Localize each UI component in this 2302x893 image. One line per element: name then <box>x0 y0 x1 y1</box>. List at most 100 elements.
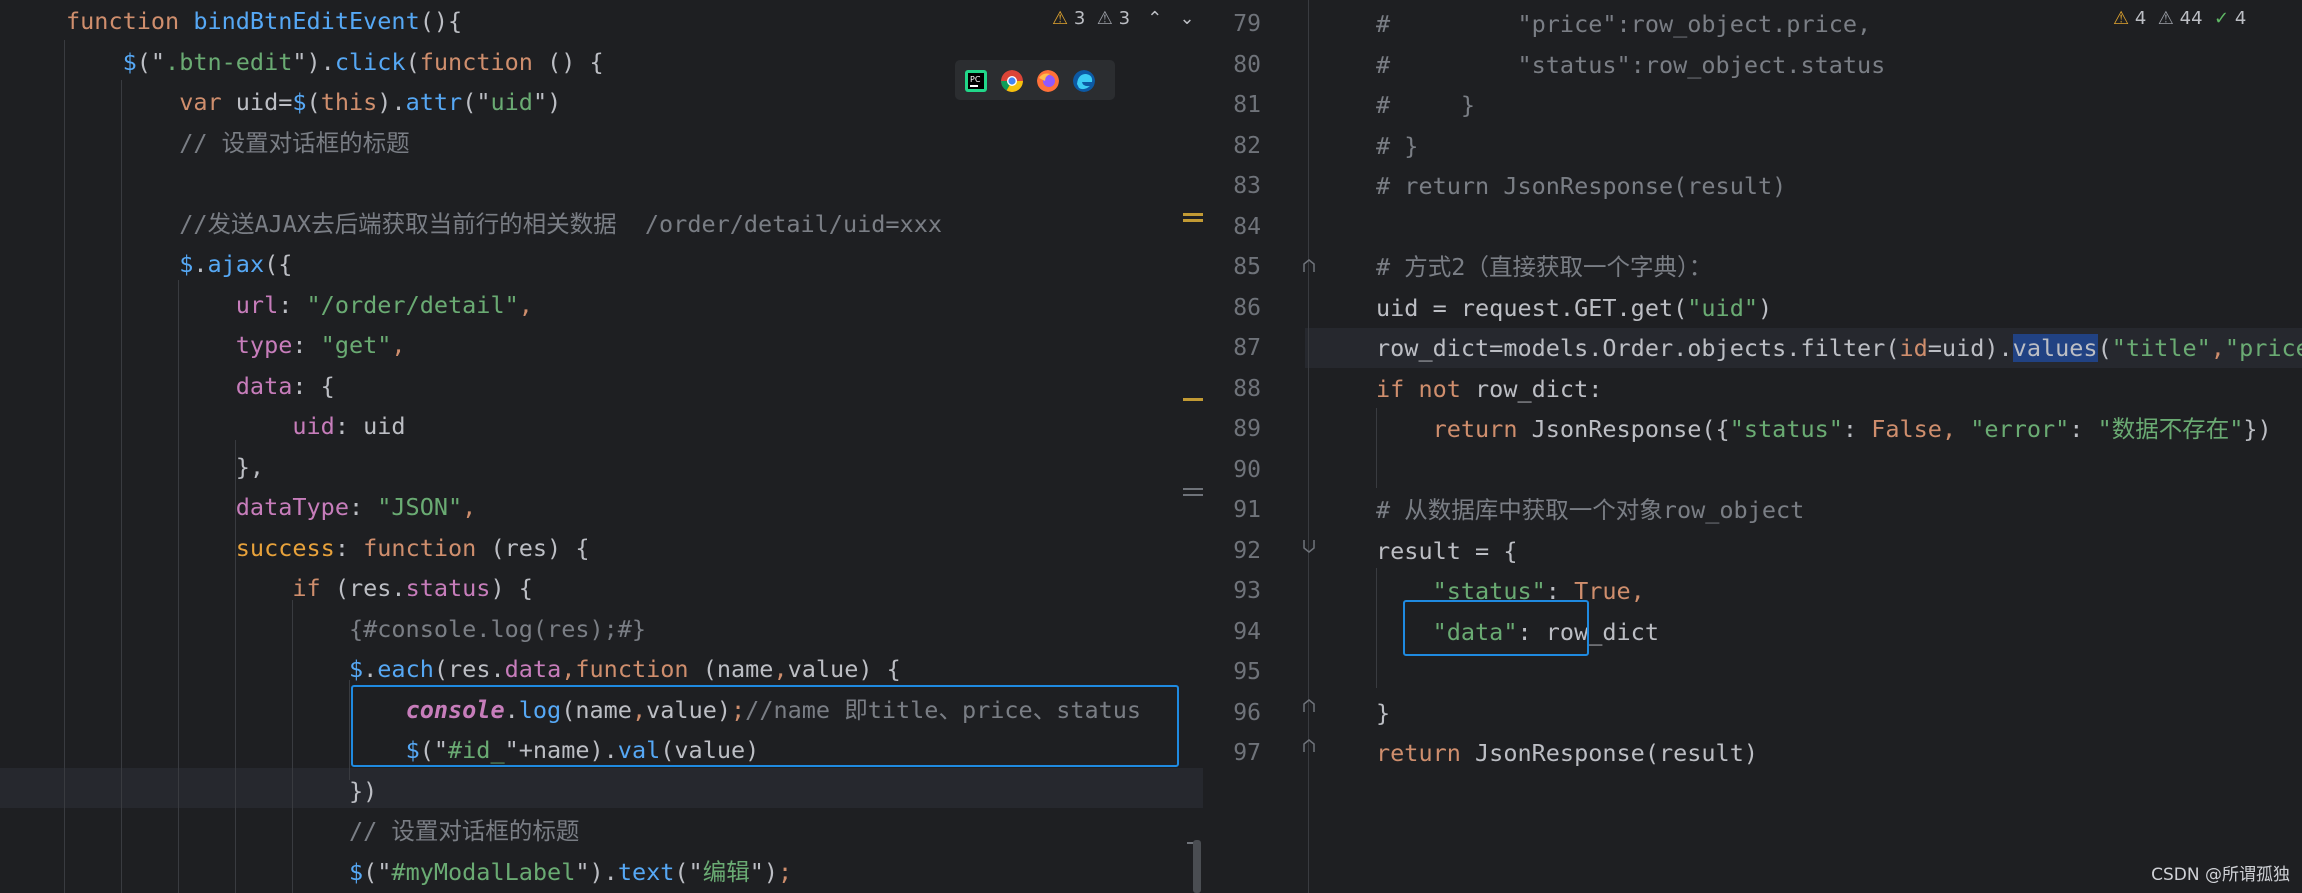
weak-warning-count: 44 <box>2179 8 2203 29</box>
code-line[interactable]: var uid=$(this).attr("uid") <box>66 82 561 122</box>
line-number[interactable]: 85 <box>1215 247 1261 287</box>
code-token: $ <box>122 47 137 76</box>
code-line[interactable]: row_dict=models.Order.objects.filter(id=… <box>1376 328 2302 368</box>
line-number[interactable]: 79 <box>1215 4 1261 44</box>
code-token: attr <box>405 88 463 116</box>
code-line[interactable]: // 设置对话框的标题 <box>66 123 409 163</box>
fold-marker-icon[interactable] <box>1301 738 1317 754</box>
code-line[interactable]: {#console.log(res);#} <box>66 609 646 649</box>
code-line[interactable]: // 设置对话框的标题 <box>66 811 579 851</box>
line-number[interactable]: 86 <box>1215 288 1261 328</box>
line-number[interactable]: 97 <box>1215 733 1261 773</box>
code-line[interactable]: //发送AJAX去后端获取当前行的相关数据 /order/detail/uid=… <box>66 204 942 244</box>
code-line[interactable]: url: "/order/detail", <box>66 285 533 325</box>
right-editor-pane[interactable]: # "price":row_object.price, 79 # "status":… <box>1203 0 2302 893</box>
code-line[interactable]: type: "get", <box>66 325 406 365</box>
code-line[interactable]: # 方式2（直接获取一个字典）： <box>1376 247 1712 287</box>
code-line[interactable]: $(".btn-edit").click(function () { <box>66 42 604 82</box>
prev-highlight-arrow[interactable]: ⌃ <box>1147 8 1162 29</box>
code-token: : <box>2069 415 2098 443</box>
code-line[interactable]: data: { <box>66 366 335 406</box>
code-line[interactable]: # 从数据库中获取一个对象row_object <box>1376 490 1804 530</box>
weak-warning-stripe[interactable] <box>1183 494 1203 496</box>
code-token: "status" <box>1729 415 1843 443</box>
code-line[interactable]: return JsonResponse({"status": False, "e… <box>1376 409 2272 449</box>
weak-warning-count: 3 <box>1118 8 1131 29</box>
code-token: # "price":row_object.price, <box>1376 10 1872 38</box>
code-token: click <box>334 47 406 76</box>
code-line[interactable]: uid = request.GET.get("uid") <box>1376 288 1772 328</box>
code-line[interactable]: return JsonResponse(result) <box>1376 733 1758 773</box>
fold-marker-icon[interactable] <box>1301 698 1317 714</box>
line-number[interactable]: 81 <box>1215 85 1261 125</box>
code-line[interactable]: $.each(res.data,function (name,value) { <box>66 649 901 689</box>
code-token: result = { <box>1376 536 1518 565</box>
code-line[interactable]: if not row_dict: <box>1376 369 1602 409</box>
code-token: data <box>235 371 293 400</box>
line-number[interactable]: 96 <box>1215 693 1261 733</box>
left-editor-pane[interactable]: function bindBtnEditEvent(){ $(".btn-edi… <box>0 0 1203 893</box>
firefox-icon[interactable] <box>1037 70 1059 92</box>
code-line[interactable]: if (res.status) { <box>66 568 533 608</box>
chrome-icon[interactable] <box>1001 70 1023 92</box>
line-number[interactable]: 84 <box>1215 207 1261 247</box>
code-line[interactable]: uid: uid <box>66 406 405 446</box>
left-inspection-widget[interactable]: ⚠ 3 ⚠ 3 ⌃ ⌄ <box>1052 8 1195 29</box>
line-number[interactable]: 83 <box>1215 166 1261 206</box>
line-number[interactable]: 88 <box>1215 369 1261 409</box>
line-number[interactable]: 94 <box>1215 612 1261 652</box>
code-line[interactable]: $.ajax({ <box>66 244 292 284</box>
code-token: var <box>179 88 222 116</box>
code-token: success <box>235 533 335 562</box>
weak-warning-stripe[interactable] <box>1183 488 1203 490</box>
code-token: if not <box>1376 374 1461 403</box>
code-line[interactable]: success: function (res) { <box>66 528 590 568</box>
vertical-scrollbar[interactable] <box>1193 840 1201 893</box>
next-highlight-arrow[interactable]: ⌄ <box>1180 8 1195 29</box>
highlight-box-each-loop <box>351 685 1179 767</box>
code-line[interactable]: # } <box>1376 85 1475 125</box>
code-line[interactable]: $("#myModalLabel").text("编辑"); <box>66 852 792 892</box>
code-token: : <box>1842 415 1872 443</box>
code-token: False <box>1871 415 1942 443</box>
code-line[interactable]: } <box>1376 693 1390 733</box>
code-token: } <box>1376 698 1391 727</box>
code-token: 编辑 <box>702 857 750 886</box>
code-line[interactable]: # } <box>1376 126 1418 166</box>
code-token: # } <box>1376 131 1419 160</box>
indent-guide <box>64 40 65 893</box>
edge-icon[interactable] <box>1073 70 1095 92</box>
warning-stripe[interactable] <box>1183 219 1203 222</box>
line-number[interactable]: 92 <box>1215 531 1261 571</box>
line-number[interactable]: 90 <box>1215 450 1261 490</box>
code-line[interactable]: result = { <box>1376 531 1517 571</box>
line-number[interactable]: 93 <box>1215 571 1261 611</box>
code-line[interactable]: # return JsonResponse(result) <box>1376 166 1786 206</box>
line-number[interactable]: 82 <box>1215 126 1261 166</box>
warning-stripe[interactable] <box>1183 398 1203 401</box>
line-number[interactable]: 91 <box>1215 490 1261 530</box>
code-line[interactable]: dataType: "JSON", <box>66 487 477 527</box>
right-inspection-widget[interactable]: ⚠ 4 ⚠ 44 ✓ 4 <box>2113 8 2246 29</box>
code-line[interactable]: # "status":row_object.status <box>1376 45 1885 85</box>
code-line[interactable]: }, <box>66 447 264 487</box>
warning-stripe[interactable] <box>1183 213 1203 216</box>
fold-marker-icon[interactable] <box>1301 538 1317 554</box>
code-line[interactable]: function bindBtnEditEvent(){ <box>66 1 462 41</box>
line-number[interactable]: 89 <box>1215 409 1261 449</box>
code-token: "price" <box>2224 334 2302 362</box>
line-number[interactable]: 80 <box>1215 45 1261 85</box>
code-line[interactable]: }) <box>66 771 377 811</box>
line-number[interactable]: 95 <box>1215 652 1261 692</box>
line-number[interactable]: 87 <box>1215 328 1261 368</box>
code-token: (" <box>136 47 166 76</box>
code-line[interactable]: # "price":row_object.price, <box>1376 4 1871 44</box>
code-token: (name <box>688 655 774 683</box>
pycharm-icon[interactable]: PC <box>965 70 987 92</box>
fold-marker-icon[interactable] <box>1301 258 1317 274</box>
code-token: , <box>561 655 576 683</box>
